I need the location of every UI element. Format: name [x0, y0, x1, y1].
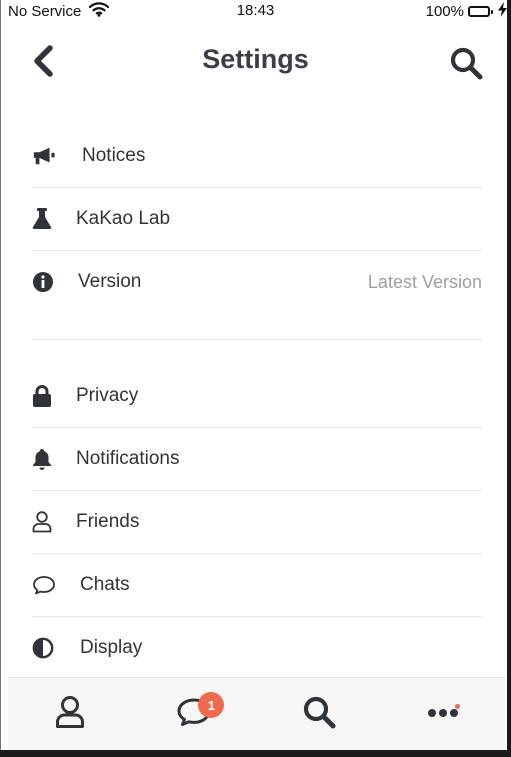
- device-screen: No Service 18:43 100% Settings Notices K…: [0, 0, 511, 757]
- tab-search[interactable]: [289, 684, 349, 744]
- status-bar: No Service 18:43 100%: [0, 0, 511, 22]
- user-icon: [32, 511, 56, 533]
- settings-item-label: Friends: [76, 511, 140, 532]
- new-indicator-dot: [454, 704, 460, 709]
- app-header: Settings: [0, 30, 511, 94]
- info-icon: [32, 271, 56, 293]
- bottom-tab-bar: 1: [8, 677, 505, 750]
- settings-list: Notices KaKao Lab Version Latest Version: [32, 125, 482, 679]
- contrast-icon: [32, 637, 56, 659]
- battery-percent: 100%: [425, 3, 464, 20]
- user-icon: [55, 695, 85, 734]
- frame-edge: [0, 750, 511, 757]
- search-icon: [302, 695, 336, 734]
- frame-edge: [0, 0, 1, 757]
- page-title: Settings: [202, 44, 309, 74]
- megaphone-icon: [32, 146, 56, 166]
- settings-item-friends[interactable]: Friends: [32, 491, 482, 554]
- settings-item-label: Privacy: [76, 385, 139, 406]
- settings-item-privacy[interactable]: Privacy: [32, 365, 482, 428]
- header-search-button[interactable]: [449, 46, 483, 80]
- settings-item-version[interactable]: Version Latest Version: [32, 251, 482, 313]
- settings-item-label: Version: [78, 271, 142, 292]
- settings-item-label: Display: [80, 637, 143, 658]
- version-status: Latest Version: [367, 271, 482, 292]
- chat-bubble-icon: [32, 575, 56, 595]
- settings-item-label: Chats: [80, 574, 130, 595]
- bell-icon: [32, 448, 56, 470]
- settings-item-notices[interactable]: Notices: [32, 125, 482, 188]
- settings-item-display[interactable]: Display: [32, 617, 482, 679]
- settings-item-chats[interactable]: Chats: [32, 554, 482, 617]
- settings-item-label: KaKao Lab: [76, 208, 171, 229]
- lock-icon: [32, 385, 56, 407]
- settings-item-kakao-lab[interactable]: KaKao Lab: [32, 188, 482, 251]
- settings-item-label: Notifications: [76, 448, 180, 469]
- more-icon: [427, 705, 459, 723]
- tab-more[interactable]: [413, 684, 473, 744]
- flask-icon: [32, 208, 56, 230]
- battery-icon: [468, 6, 493, 17]
- tab-chats[interactable]: 1: [164, 684, 225, 744]
- search-icon: [449, 47, 483, 84]
- charging-bolt-icon: [498, 2, 507, 21]
- tab-friends[interactable]: [40, 684, 100, 744]
- settings-item-label: Notices: [82, 145, 146, 166]
- settings-item-notifications[interactable]: Notifications: [32, 428, 482, 491]
- unread-badge: 1: [198, 692, 225, 718]
- frame-edge: [507, 0, 511, 757]
